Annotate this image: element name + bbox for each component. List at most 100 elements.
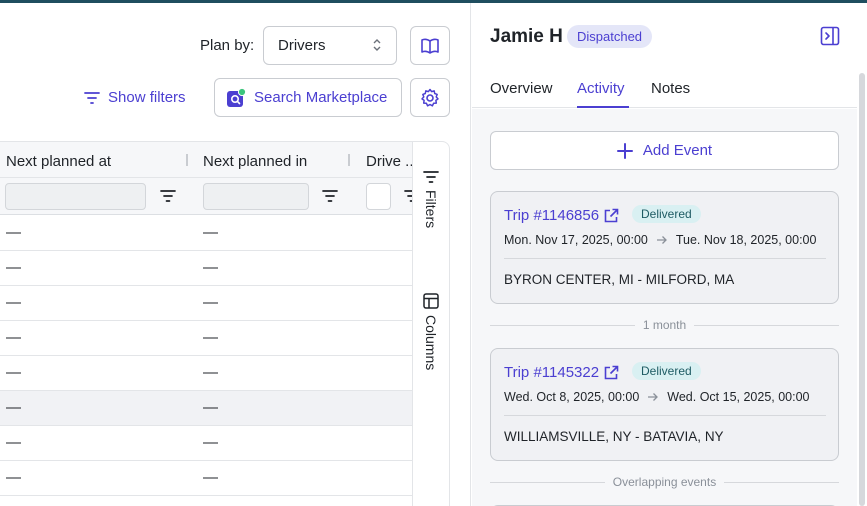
tab-activity[interactable]: Activity xyxy=(577,80,625,97)
table-cell: — xyxy=(203,294,218,311)
table-cell: — xyxy=(203,259,218,276)
detail-tabs: Overview Activity Notes xyxy=(472,66,857,108)
filter-icon[interactable] xyxy=(160,188,176,204)
table-cell: — xyxy=(203,329,218,346)
event-start: Mon. Nov 17, 2025, 00:00 xyxy=(504,233,648,247)
table-cell: — xyxy=(6,259,21,276)
event-end: Wed. Oct 15, 2025, 00:00 xyxy=(667,390,810,404)
planning-pane: Plan by: Drivers Show filters Search Mar… xyxy=(0,3,471,506)
table-cell: — xyxy=(6,329,21,346)
column-header-next-planned-at[interactable]: Next planned at xyxy=(6,153,111,170)
plan-by-select[interactable]: Drivers xyxy=(263,26,397,65)
guide-button[interactable] xyxy=(410,26,450,65)
add-event-label: Add Event xyxy=(642,142,713,159)
table-cell: — xyxy=(203,364,218,381)
grid-header: Next planned at Next planned in Drive ..… xyxy=(0,142,412,178)
filter-icon xyxy=(423,171,439,183)
filter-icon xyxy=(84,91,100,104)
table-row[interactable]: —— xyxy=(0,321,412,356)
columns-icon xyxy=(423,293,439,309)
table-row[interactable]: —— xyxy=(0,391,412,426)
event-route: BYRON CENTER, MI - MILFORD, MA xyxy=(504,272,735,287)
plan-by-value: Drivers xyxy=(278,37,326,54)
tab-overview[interactable]: Overview xyxy=(490,80,553,97)
table-cell: — xyxy=(203,469,218,486)
filter-icon[interactable] xyxy=(322,188,338,204)
table-row[interactable]: —— xyxy=(0,496,412,506)
event-start: Wed. Oct 8, 2025, 00:00 xyxy=(504,390,640,404)
gear-icon xyxy=(421,88,439,107)
book-open-icon xyxy=(421,38,439,54)
marketplace-icon xyxy=(227,87,246,107)
overlap-label: Overlapping events xyxy=(604,475,725,489)
next-planned-at-filter-input[interactable] xyxy=(5,183,146,210)
column-header-drive[interactable]: Drive ... xyxy=(366,153,412,170)
table-row[interactable]: —— xyxy=(0,251,412,286)
column-header-next-planned-in[interactable]: Next planned in xyxy=(203,153,307,170)
column-resize-handle[interactable] xyxy=(186,154,188,166)
table-row[interactable]: —— xyxy=(0,461,412,496)
filter-icon[interactable] xyxy=(404,188,412,204)
grid-filter-row xyxy=(0,178,412,215)
arrow-right-icon xyxy=(648,393,659,401)
table-row[interactable]: —— xyxy=(0,216,412,251)
drivers-grid: Next planned at Next planned in Drive ..… xyxy=(0,141,412,506)
filters-side-tab-label: Filters xyxy=(423,190,439,229)
detail-scrollbar[interactable] xyxy=(859,73,865,506)
active-tab-indicator xyxy=(577,106,629,108)
tab-notes[interactable]: Notes xyxy=(651,80,690,97)
table-row[interactable]: —— xyxy=(0,426,412,461)
event-dates: Wed. Oct 8, 2025, 00:00 Wed. Oct 15, 202… xyxy=(504,390,810,404)
search-marketplace-label: Search Marketplace xyxy=(254,89,388,106)
column-resize-handle[interactable] xyxy=(348,154,350,166)
table-cell: — xyxy=(203,224,218,241)
search-marketplace-button[interactable]: Search Marketplace xyxy=(214,78,402,117)
card-divider xyxy=(504,258,826,259)
table-row[interactable]: —— xyxy=(0,286,412,321)
delivered-badge: Delivered xyxy=(632,362,701,380)
external-link-icon xyxy=(604,208,619,222)
event-end: Tue. Nov 18, 2025, 00:00 xyxy=(675,233,817,247)
table-cell: — xyxy=(6,434,21,451)
show-filters-button[interactable]: Show filters xyxy=(84,89,186,106)
external-link-icon xyxy=(604,365,619,379)
chevron-up-down-icon xyxy=(373,39,381,51)
event-dates: Mon. Nov 17, 2025, 00:00 Tue. Nov 18, 20… xyxy=(504,233,816,247)
event-card: Trip #1145322 Delivered Wed. Oct 8, 2025… xyxy=(490,348,839,461)
trip-link[interactable]: Trip #1146856 xyxy=(504,207,619,224)
time-gap-label: 1 month xyxy=(634,318,695,332)
driver-name: Jamie H xyxy=(490,26,563,47)
status-badge: Dispatched xyxy=(567,25,653,48)
plan-by-label: Plan by: xyxy=(200,37,255,54)
columns-side-tab-label: Columns xyxy=(423,315,439,371)
trip-number: Trip #1145322 xyxy=(504,364,600,381)
grid-side-panel: Filters Columns xyxy=(412,141,450,506)
event-route: WILLIAMSVILLE, NY - BATAVIA, NY xyxy=(504,429,724,444)
table-cell: — xyxy=(203,434,218,451)
trip-link[interactable]: Trip #1145322 xyxy=(504,364,619,381)
time-gap-divider: 1 month xyxy=(490,318,839,332)
table-cell: — xyxy=(6,364,21,381)
table-cell: — xyxy=(203,399,218,416)
trip-number: Trip #1146856 xyxy=(504,207,600,224)
table-cell: — xyxy=(6,294,21,311)
overlap-divider: Overlapping events xyxy=(490,475,839,489)
settings-button[interactable] xyxy=(410,78,450,117)
add-event-button[interactable]: Add Event xyxy=(490,131,839,170)
event-card: Trip #1146856 Delivered Mon. Nov 17, 202… xyxy=(490,191,839,304)
show-filters-label: Show filters xyxy=(108,89,186,106)
drive-filter-checkbox[interactable] xyxy=(366,183,391,210)
activity-feed: Add Event Trip #1146856 Delivered Mon. N… xyxy=(472,109,857,506)
columns-side-tab[interactable]: Columns xyxy=(423,293,439,370)
driver-detail-panel: Jamie H Dispatched Overview Activity Not… xyxy=(472,3,867,506)
arrow-right-icon xyxy=(656,236,667,244)
next-planned-in-filter-input[interactable] xyxy=(203,183,309,210)
collapse-panel-icon[interactable] xyxy=(820,26,840,46)
table-cell: — xyxy=(6,469,21,486)
table-cell: — xyxy=(6,224,21,241)
table-row[interactable]: —— xyxy=(0,356,412,391)
table-cell: — xyxy=(6,399,21,416)
delivered-badge: Delivered xyxy=(632,205,701,223)
filters-side-tab[interactable]: Filters xyxy=(423,170,439,228)
plus-icon xyxy=(616,142,633,159)
